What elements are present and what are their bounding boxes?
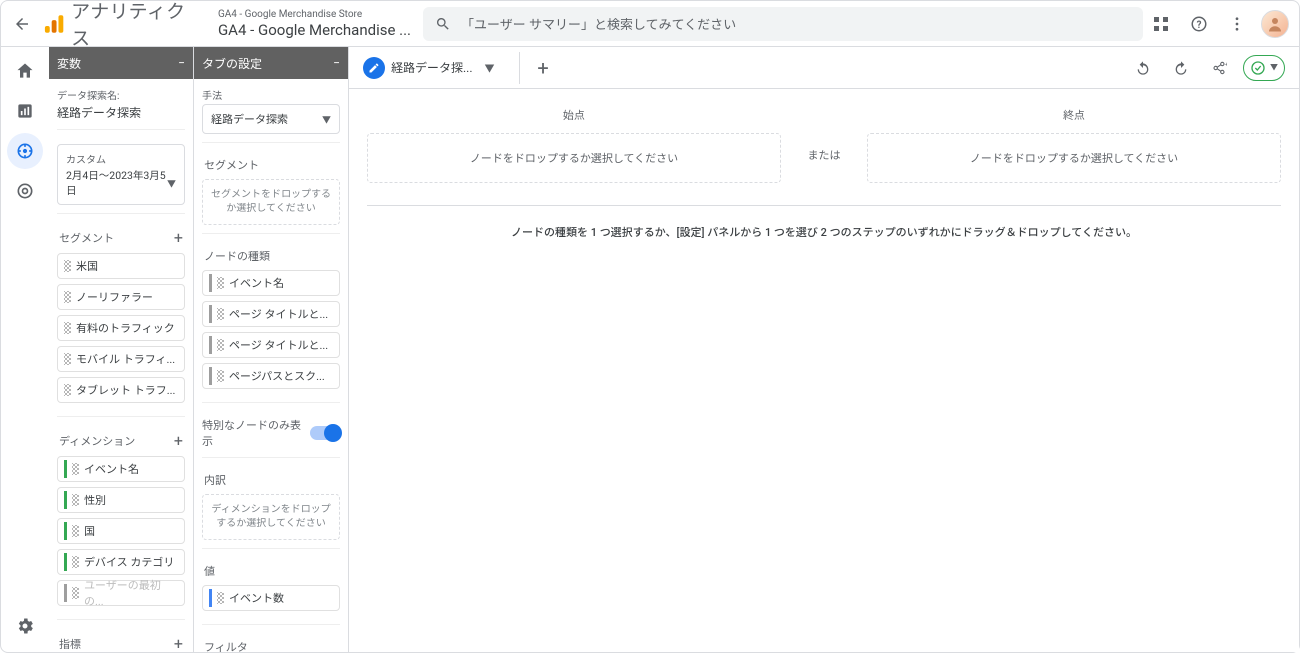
start-dropzone[interactable]: ノードをドロップするか選択してください	[367, 133, 781, 183]
technique-select[interactable]: 経路データ探索 ▼	[202, 104, 340, 134]
exploration-name[interactable]: 経路データ探索	[57, 104, 185, 121]
apps-icon[interactable]	[1143, 6, 1179, 42]
svg-text:+: +	[1225, 62, 1227, 68]
dimension-chip[interactable]: 性別	[57, 487, 185, 513]
add-segment-icon[interactable]: +	[174, 228, 183, 247]
segment-chip[interactable]: モバイル トラフィ...	[57, 346, 185, 372]
nodetype-chip[interactable]: ページパスとスク...	[202, 363, 340, 389]
nodetype-chip[interactable]: ページ タイトルと...	[202, 301, 340, 327]
dimension-chip[interactable]: イベント名	[57, 456, 185, 482]
nav-admin-icon[interactable]	[7, 608, 43, 644]
nav-home-icon[interactable]	[7, 53, 43, 89]
segment-chip[interactable]: 有料のトラフィック	[57, 315, 185, 341]
segment-chip[interactable]: 米国	[57, 253, 185, 279]
share-icon[interactable]: +	[1205, 54, 1233, 82]
segment-chip[interactable]: ノーリファラー	[57, 284, 185, 310]
settings-header: タブの設定 −	[194, 47, 348, 79]
end-point-title: 終点	[867, 107, 1281, 123]
add-tab-button[interactable]: +	[519, 52, 551, 84]
variables-panel: 変数 − データ探索名: 経路データ探索 カスタム 2月4日～2023年3月5日…	[49, 47, 194, 652]
value-chip[interactable]: イベント数	[202, 585, 340, 611]
pencil-icon	[363, 57, 385, 79]
variables-header: 変数 −	[49, 47, 193, 79]
check-circle-icon	[1250, 60, 1266, 76]
exploration-tab[interactable]: 経路データ探... ▼	[355, 47, 509, 89]
nodetype-chip[interactable]: イベント名	[202, 270, 340, 296]
nav-reports-icon[interactable]	[7, 93, 43, 129]
property-selector[interactable]: GA4 - Google Merchandise Store GA4 - Goo…	[218, 9, 411, 39]
property-sup: GA4 - Google Merchandise Store	[218, 9, 411, 21]
settings-panel: タブの設定 − 手法 経路データ探索 ▼ セグメント セグメントをドロップするか…	[194, 47, 349, 652]
collapse-icon[interactable]: −	[178, 56, 185, 70]
nodetype-chip[interactable]: ページ タイトルと...	[202, 332, 340, 358]
exploration-name-label: データ探索名:	[57, 87, 185, 102]
more-icon[interactable]	[1219, 6, 1255, 42]
date-range-selector[interactable]: カスタム 2月4日～2023年3月5日 ▼	[57, 144, 185, 205]
canvas-hint: ノードの種類を 1 つ選択するか、[設定] パネルから 1 つを選び 2 つのス…	[367, 224, 1281, 240]
collapse-icon[interactable]: −	[333, 56, 340, 70]
redo-icon[interactable]	[1167, 54, 1195, 82]
brand-name: アナリティクス	[71, 0, 200, 51]
start-point-title: 始点	[367, 107, 781, 123]
nav-rail	[1, 47, 49, 652]
avatar[interactable]	[1261, 10, 1289, 38]
search-icon	[435, 16, 451, 32]
chevron-down-icon: ▼	[322, 113, 331, 126]
logo: アナリティクス	[42, 0, 200, 51]
end-dropzone[interactable]: ノードをドロップするか選択してください	[867, 133, 1281, 183]
add-dimension-icon[interactable]: +	[174, 431, 183, 450]
dimension-chip[interactable]: 国	[57, 518, 185, 544]
or-label: または	[799, 127, 849, 163]
nav-advertising-icon[interactable]	[7, 173, 43, 209]
segment-dropzone[interactable]: セグメントをドロップするか選択してください	[202, 179, 340, 225]
chevron-down-icon[interactable]: ▼	[479, 60, 501, 75]
svg-text:?: ?	[1197, 19, 1202, 30]
undo-icon[interactable]	[1129, 54, 1157, 82]
add-metric-icon[interactable]: +	[174, 634, 183, 652]
canvas: 経路データ探... ▼ + + ▼ 始点 ノードをドロップするか選択してください	[349, 47, 1299, 652]
status-pill[interactable]: ▼	[1243, 55, 1285, 81]
search-placeholder: 「ユーザー サマリー」と検索してみてください	[461, 14, 736, 33]
breakdown-dropzone[interactable]: ディメンションをドロップするか選択してください	[202, 494, 340, 540]
chevron-down-icon: ▼	[167, 177, 176, 190]
nav-explore-icon[interactable]	[7, 133, 43, 169]
dimension-chip[interactable]: ユーザーの最初の...	[57, 580, 185, 606]
dimension-chip[interactable]: デバイス カテゴリ	[57, 549, 185, 575]
back-button[interactable]	[5, 6, 40, 42]
special-nodes-toggle[interactable]	[310, 426, 340, 440]
segment-chip[interactable]: タブレット トラフ...	[57, 377, 185, 403]
search-box[interactable]: 「ユーザー サマリー」と検索してみてください	[423, 7, 1143, 41]
property-main: GA4 - Google Merchandise ...	[218, 21, 411, 39]
help-icon[interactable]: ?	[1181, 6, 1217, 42]
chevron-down-icon: ▼	[1270, 62, 1278, 73]
